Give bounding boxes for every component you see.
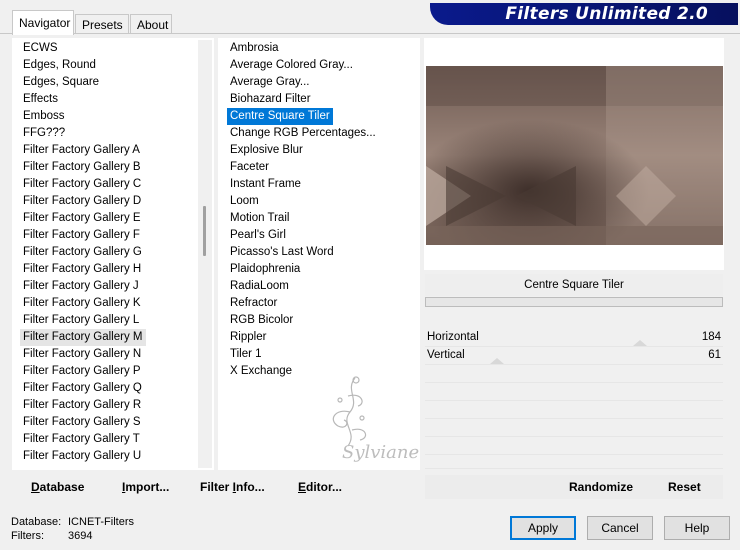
- filter-item[interactable]: RGB Bicolor: [227, 312, 293, 329]
- filter-item[interactable]: Motion Trail: [227, 210, 289, 227]
- slider-horizontal-thumb[interactable]: [633, 340, 647, 346]
- tab-about[interactable]: About: [130, 14, 172, 34]
- filter-item[interactable]: Refractor: [227, 295, 277, 312]
- category-item[interactable]: Emboss: [20, 108, 65, 125]
- filter-item[interactable]: Centre Square Tiler: [227, 108, 333, 125]
- slider-vertical-value: 61: [708, 349, 721, 361]
- filter-item[interactable]: Instant Frame: [227, 176, 301, 193]
- filter-item[interactable]: Picasso's Last Word: [227, 244, 334, 261]
- database-label: Database:: [11, 516, 62, 528]
- filter-item[interactable]: X Exchange: [227, 363, 292, 380]
- category-item[interactable]: Edges, Round: [20, 57, 96, 74]
- category-item[interactable]: Filter Factory Gallery F: [20, 227, 140, 244]
- category-item[interactable]: Filter Factory Gallery J: [20, 278, 139, 295]
- category-item[interactable]: Filter Factory Gallery E: [20, 210, 141, 227]
- watermark-logo: Sylviane: [300, 370, 430, 480]
- filter-item[interactable]: Pearl's Girl: [227, 227, 286, 244]
- category-item[interactable]: Filter Factory Gallery D: [20, 193, 141, 210]
- slider-horizontal-label: Horizontal: [427, 331, 479, 343]
- category-item[interactable]: ECWS: [20, 40, 58, 57]
- category-scroll-thumb[interactable]: [203, 206, 206, 256]
- category-item[interactable]: Filter Factory Gallery A: [20, 142, 140, 159]
- category-item[interactable]: Filter Factory Gallery B: [20, 159, 141, 176]
- filter-item[interactable]: Change RGB Percentages...: [227, 125, 376, 142]
- tab-presets[interactable]: Presets: [75, 14, 129, 34]
- tab-divider: [0, 33, 740, 34]
- category-scrollbar[interactable]: [198, 40, 212, 468]
- category-item[interactable]: FFG???: [20, 125, 65, 142]
- preview-image: [426, 66, 723, 245]
- slider-horizontal-value: 184: [701, 331, 721, 343]
- watermark-text: Sylviane: [342, 442, 420, 463]
- filter-item[interactable]: Average Gray...: [227, 74, 309, 91]
- slider-horizontal[interactable]: Horizontal 184: [425, 329, 723, 347]
- apply-button[interactable]: Apply: [510, 516, 576, 540]
- filter-item[interactable]: Loom: [227, 193, 259, 210]
- category-list[interactable]: ECWS Edges, Round Edges, Square Effects Embo…: [20, 40, 200, 468]
- category-item[interactable]: Filter Factory Gallery R: [20, 397, 141, 414]
- banner-title: Filters Unlimited 2.0: [505, 4, 708, 24]
- filter-info-button[interactable]: Filter Info...: [200, 475, 265, 499]
- cancel-button[interactable]: Cancel: [587, 516, 653, 540]
- category-item[interactable]: Edges, Square: [20, 74, 99, 91]
- category-item[interactable]: Filter Factory Gallery N: [20, 346, 141, 363]
- empty-slider-row: [425, 383, 723, 401]
- title-banner: Filters Unlimited 2.0: [430, 3, 738, 25]
- category-item[interactable]: Filter Factory Gallery U: [20, 448, 141, 465]
- filter-item[interactable]: Faceter: [227, 159, 269, 176]
- preview-progress-bar: [425, 297, 723, 307]
- filter-item[interactable]: Ambrosia: [227, 40, 279, 57]
- category-item[interactable]: Filter Factory Gallery G: [20, 244, 142, 261]
- filter-item[interactable]: Rippler: [227, 329, 266, 346]
- right-button-bar: Randomize Reset: [425, 475, 723, 499]
- category-item[interactable]: Filter Factory Gallery M: [20, 329, 146, 346]
- category-item[interactable]: Filter Factory Gallery K: [20, 295, 141, 312]
- tab-navigator[interactable]: Navigator: [12, 10, 74, 35]
- category-item[interactable]: Filter Factory Gallery S: [20, 414, 141, 431]
- preview-filter-name: Centre Square Tiler: [425, 274, 723, 296]
- category-item[interactable]: Filter Factory Gallery Q: [20, 380, 142, 397]
- reset-button[interactable]: Reset: [668, 475, 701, 499]
- empty-slider-row: [425, 419, 723, 437]
- help-button[interactable]: Help: [664, 516, 730, 540]
- filters-count-label: Filters:: [11, 530, 44, 542]
- left-button-bar: Database Import... Filter Info... Editor…: [10, 475, 420, 499]
- randomize-button[interactable]: Randomize: [569, 475, 633, 499]
- import-button[interactable]: Import...: [122, 475, 169, 499]
- category-item[interactable]: Filter Factory Gallery L: [20, 312, 139, 329]
- empty-slider-row: [425, 401, 723, 419]
- slider-vertical[interactable]: Vertical 61: [425, 347, 723, 365]
- category-item[interactable]: Effects: [20, 91, 58, 108]
- empty-slider-row: [425, 365, 723, 383]
- empty-slider-row: [425, 437, 723, 455]
- filter-item[interactable]: Biohazard Filter: [227, 91, 311, 108]
- category-item[interactable]: Filter Factory Gallery P: [20, 363, 141, 380]
- slider-vertical-thumb[interactable]: [490, 358, 504, 364]
- category-item[interactable]: Filter Factory Gallery C: [20, 176, 141, 193]
- database-button[interactable]: Database: [31, 475, 84, 499]
- category-item[interactable]: Filter Factory Gallery T: [20, 431, 140, 448]
- filter-item[interactable]: Plaidophrenia: [227, 261, 300, 278]
- filters-count-value: 3694: [68, 530, 93, 542]
- slider-vertical-label: Vertical: [427, 349, 465, 361]
- filter-item[interactable]: Tiler 1: [227, 346, 262, 363]
- database-value: ICNET-Filters: [68, 516, 134, 528]
- editor-button[interactable]: Editor...: [298, 475, 342, 499]
- filter-item[interactable]: Average Colored Gray...: [227, 57, 353, 74]
- empty-slider-row: [425, 455, 723, 469]
- filter-item[interactable]: Explosive Blur: [227, 142, 303, 159]
- filter-item[interactable]: RadiaLoom: [227, 278, 289, 295]
- category-item[interactable]: Filter Factory Gallery H: [20, 261, 141, 278]
